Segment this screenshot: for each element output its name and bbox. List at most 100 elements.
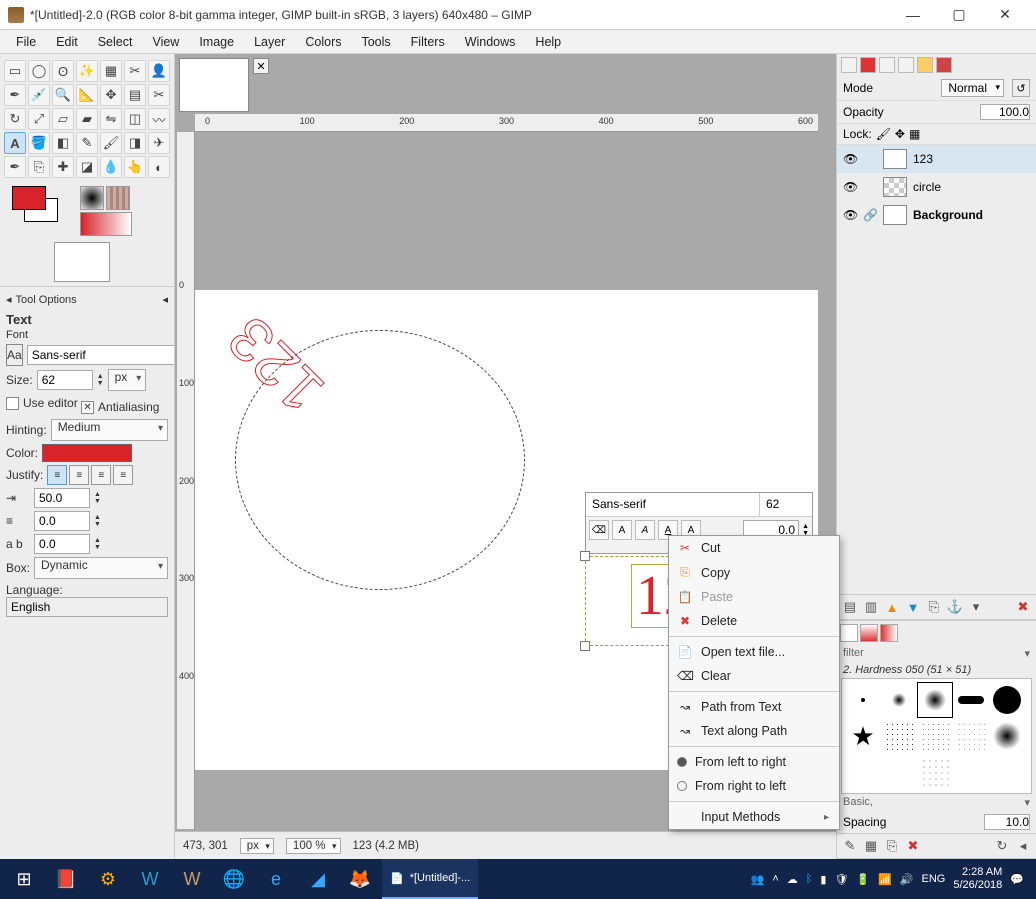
- ellipse-select-tool[interactable]: ◯: [28, 60, 50, 82]
- perspective-clone-tool[interactable]: ◪: [76, 156, 98, 178]
- menu-colors[interactable]: Colors: [295, 32, 351, 52]
- status-unit-select[interactable]: px: [240, 838, 274, 854]
- menu-view[interactable]: View: [142, 32, 189, 52]
- tray-lang[interactable]: ENG: [922, 873, 946, 885]
- taskbar-app-icon[interactable]: ◢: [298, 859, 338, 899]
- brush-item[interactable]: [990, 683, 1024, 717]
- size-input[interactable]: [37, 370, 93, 390]
- brush-item[interactable]: [918, 755, 952, 789]
- history-tab-icon[interactable]: [917, 57, 933, 73]
- brush-item[interactable]: [882, 683, 916, 717]
- size-down-icon[interactable]: ▼: [97, 380, 104, 387]
- taskbar-app-icon[interactable]: ⚙: [88, 859, 128, 899]
- airbrush-tool[interactable]: ✈: [148, 132, 170, 154]
- menu-help[interactable]: Help: [525, 32, 571, 52]
- status-zoom-select[interactable]: 100 %: [286, 838, 341, 854]
- justify-right-button[interactable]: ≡: [69, 465, 89, 485]
- layer-up-icon[interactable]: ▲: [883, 598, 901, 616]
- other-tab-icon[interactable]: [936, 57, 952, 73]
- active-image-thumb[interactable]: [54, 242, 110, 282]
- delete-brush-icon[interactable]: ✖: [904, 837, 922, 855]
- use-editor-checkbox[interactable]: Use editor: [6, 396, 78, 410]
- smudge-tool[interactable]: 👆: [124, 156, 146, 178]
- new-brush-icon[interactable]: ▦: [862, 837, 880, 855]
- dodge-tool[interactable]: ◐: [148, 156, 170, 178]
- taskbar-app-icon[interactable]: 📕: [46, 859, 86, 899]
- antialiasing-checkbox[interactable]: ✕Antialiasing: [81, 400, 159, 414]
- ctx-input-methods[interactable]: Input Methods▸: [669, 805, 839, 829]
- text-tool[interactable]: A: [4, 132, 26, 154]
- brush-item[interactable]: [954, 683, 988, 717]
- edit-brush-icon[interactable]: ✎: [841, 837, 859, 855]
- fuzzy-select-tool[interactable]: ✨: [76, 60, 98, 82]
- ctx-open-text-file[interactable]: 📄Open text file...: [669, 640, 839, 664]
- ctx-delete[interactable]: ✖Delete: [669, 609, 839, 633]
- image-tab-close-button[interactable]: ✕: [253, 58, 269, 74]
- anchor-layer-icon[interactable]: ⚓: [946, 598, 964, 616]
- merge-down-icon[interactable]: ▾: [967, 598, 985, 616]
- ctx-clear[interactable]: ⌫Clear: [669, 664, 839, 688]
- tray-bluetooth-icon[interactable]: ᛒ: [806, 873, 813, 885]
- tray-onedrive-icon[interactable]: ☁: [787, 873, 798, 886]
- warp-tool[interactable]: 〰: [148, 108, 170, 130]
- delete-layer-icon[interactable]: ✖: [1014, 598, 1032, 616]
- lock-position-icon[interactable]: ✥: [895, 127, 905, 141]
- tray-battery-icon[interactable]: 🔋: [856, 873, 870, 886]
- layers-tab-icon[interactable]: [841, 57, 857, 73]
- color-picker-tool[interactable]: 💉: [28, 84, 50, 106]
- tray-people-icon[interactable]: 👥: [751, 873, 765, 886]
- brush-item[interactable]: [954, 755, 988, 789]
- brush-item[interactable]: [918, 719, 952, 753]
- scale-tool[interactable]: ⤢: [28, 108, 50, 130]
- refresh-brushes-icon[interactable]: ↻: [993, 837, 1011, 855]
- font-icon[interactable]: Aa: [6, 344, 23, 366]
- lock-alpha-icon[interactable]: ▦: [909, 127, 920, 141]
- crop-tool[interactable]: ✂: [148, 84, 170, 106]
- opacity-input[interactable]: [980, 104, 1030, 120]
- tray-defender-icon[interactable]: 🛡: [834, 873, 848, 886]
- layer-row-circle[interactable]: 👁 circle: [837, 173, 1036, 201]
- tray-volume-icon[interactable]: 🔊: [900, 873, 914, 886]
- hinting-select[interactable]: Medium: [51, 419, 168, 441]
- tray-clock[interactable]: 2:28 AM 5/26/2018: [953, 866, 1002, 892]
- channels-tab-icon[interactable]: [860, 57, 876, 73]
- move-tool[interactable]: ✥: [100, 84, 122, 106]
- justify-center-button[interactable]: ≡: [91, 465, 111, 485]
- mode-select[interactable]: Normal: [941, 79, 1004, 97]
- justify-left-button[interactable]: ≡: [47, 465, 67, 485]
- taskbar-gimp-icon[interactable]: 🦊: [340, 859, 380, 899]
- menu-tools[interactable]: Tools: [351, 32, 400, 52]
- fg-color-swatch[interactable]: [12, 186, 46, 210]
- duplicate-layer-icon[interactable]: ⎘: [925, 598, 943, 616]
- tray-notifications-icon[interactable]: 💬: [1010, 873, 1024, 886]
- letter-spacing-input[interactable]: [34, 534, 90, 554]
- brush-item[interactable]: [882, 755, 916, 789]
- perspective-tool[interactable]: ▰: [76, 108, 98, 130]
- eye-icon[interactable]: 👁: [843, 152, 857, 166]
- tray-network-icon[interactable]: ▮: [820, 873, 826, 886]
- shear-tool[interactable]: ▱: [52, 108, 74, 130]
- mode-reset-icon[interactable]: ↺: [1012, 79, 1030, 97]
- pencil-tool[interactable]: ✎: [76, 132, 98, 154]
- menu-file[interactable]: File: [6, 32, 46, 52]
- gradient-preview[interactable]: [80, 212, 132, 236]
- layer-name[interactable]: circle: [913, 180, 941, 194]
- floating-bold-icon[interactable]: A: [612, 520, 632, 540]
- language-input[interactable]: [6, 597, 168, 617]
- layer-row-background[interactable]: 👁🔗 Background: [837, 201, 1036, 229]
- brush-spacing-input[interactable]: [984, 814, 1030, 830]
- by-color-select-tool[interactable]: ▦: [100, 60, 122, 82]
- brush-item[interactable]: [954, 719, 988, 753]
- size-up-icon[interactable]: ▲: [97, 373, 104, 380]
- blend-tool[interactable]: ◧: [52, 132, 74, 154]
- justify-fill-button[interactable]: ≡: [113, 465, 133, 485]
- eye-icon[interactable]: 👁: [843, 180, 857, 194]
- paths-tab-icon[interactable]: [879, 57, 895, 73]
- start-button[interactable]: ⊞: [4, 859, 44, 899]
- gradients-tab-icon[interactable]: [880, 624, 898, 642]
- paths-tool[interactable]: ✒: [4, 84, 26, 106]
- taskbar-app-icon[interactable]: W: [130, 859, 170, 899]
- text-color-swatch[interactable]: [42, 444, 132, 462]
- bucket-fill-tool[interactable]: 🪣: [28, 132, 50, 154]
- size-unit-select[interactable]: px: [108, 369, 147, 391]
